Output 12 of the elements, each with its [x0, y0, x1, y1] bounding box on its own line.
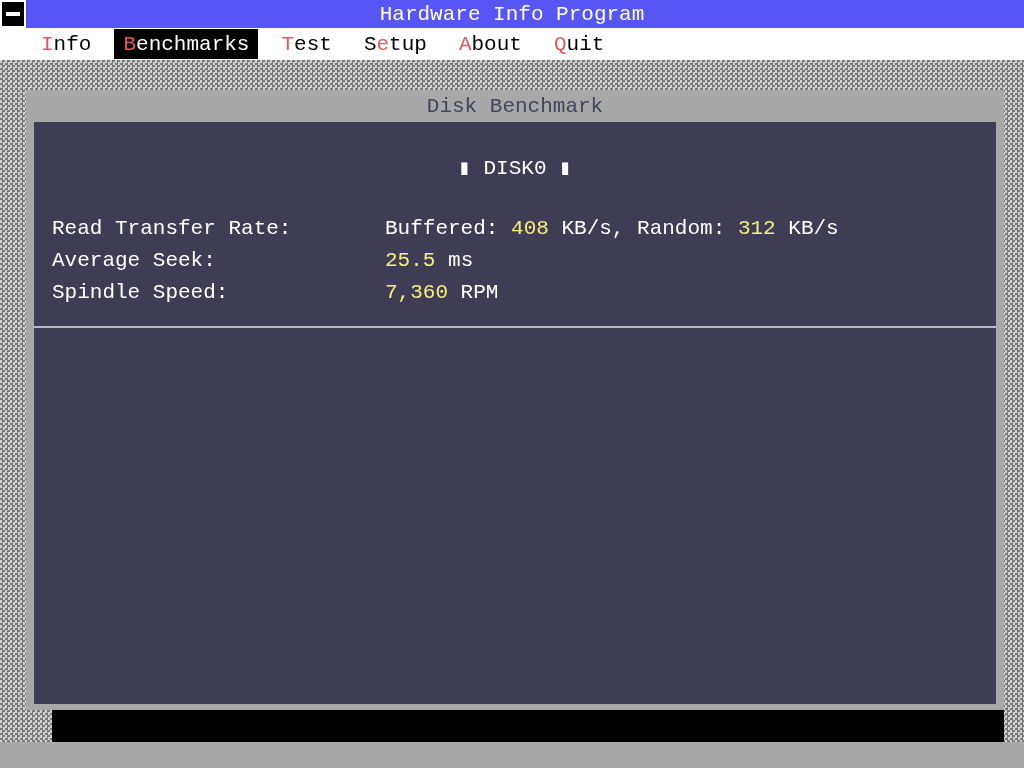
- disk-heading: ▮ DISK0 ▮: [458, 157, 572, 179]
- dialog-title: Disk Benchmark: [426, 95, 604, 117]
- field-value: Buffered: 408 KB/s, Random: 312 KB/s: [385, 217, 839, 239]
- field-label: Average Seek:: [52, 249, 217, 271]
- system-menu-button[interactable]: [0, 0, 26, 28]
- field-label: Spindle Speed:: [52, 281, 230, 303]
- window-title: Hardware Info Program: [379, 3, 645, 25]
- field-label: Read Transfer Rate:: [52, 217, 293, 239]
- menu-item[interactable]: Benchmarks: [114, 29, 259, 59]
- dash-icon: [6, 12, 20, 16]
- field-value: 7,360 RPM: [385, 281, 499, 303]
- field-value: 25.5 ms: [385, 249, 474, 271]
